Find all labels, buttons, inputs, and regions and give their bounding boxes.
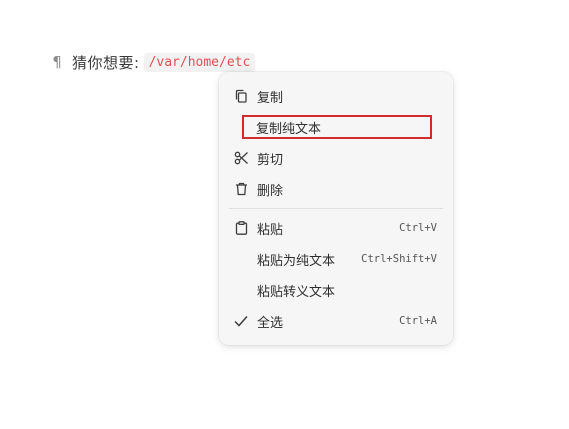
menu-item-select-all[interactable]: 全选 Ctrl+A [231, 309, 441, 333]
copy-icon [233, 88, 249, 104]
menu-item-label: 粘贴转义文本 [257, 284, 336, 300]
menu-item-copy-plain-text[interactable]: 复制纯文本 [242, 115, 432, 139]
menu-item-label: 粘贴为纯文本 [257, 253, 336, 269]
paragraph[interactable]: ¶ 猜你想要: /var/home/etc [50, 50, 256, 74]
editor-page: ¶ 猜你想要: /var/home/etc 复制 复制纯文本 剪切 删除 粘贴 … [0, 0, 569, 429]
check-icon [233, 313, 249, 329]
menu-item-label: 复制 [257, 90, 284, 106]
menu-item-label: 全选 [257, 315, 284, 331]
menu-item-shortcut: Ctrl+A [399, 315, 437, 327]
menu-item-cut[interactable]: 剪切 [231, 146, 441, 170]
scissors-icon [233, 150, 249, 166]
menu-item-paste-escaped-text[interactable]: 粘贴转义文本 [231, 278, 441, 302]
paragraph-text[interactable]: 猜你想要: [72, 52, 140, 73]
menu-item-shortcut: Ctrl+Shift+V [361, 253, 437, 265]
menu-item-paste[interactable]: 粘贴 Ctrl+V [231, 216, 441, 240]
menu-separator [229, 208, 443, 209]
trash-icon [233, 181, 249, 197]
menu-item-label: 删除 [257, 183, 284, 199]
menu-item-label: 复制纯文本 [256, 121, 322, 137]
menu-item-paste-plain-text[interactable]: 粘贴为纯文本 Ctrl+Shift+V [231, 247, 441, 271]
context-menu: 复制 复制纯文本 剪切 删除 粘贴 Ctrl+V 粘贴为纯文本 Ctrl+Shi… [219, 72, 453, 345]
menu-item-copy[interactable]: 复制 [231, 84, 441, 108]
clipboard-icon [233, 220, 249, 236]
menu-item-label: 剪切 [257, 152, 284, 168]
menu-item-shortcut: Ctrl+V [399, 222, 437, 234]
menu-item-delete[interactable]: 删除 [231, 177, 441, 201]
menu-item-label: 粘贴 [257, 222, 284, 238]
pilcrow-icon[interactable]: ¶ [50, 53, 64, 71]
inline-code[interactable]: /var/home/etc [143, 52, 256, 72]
